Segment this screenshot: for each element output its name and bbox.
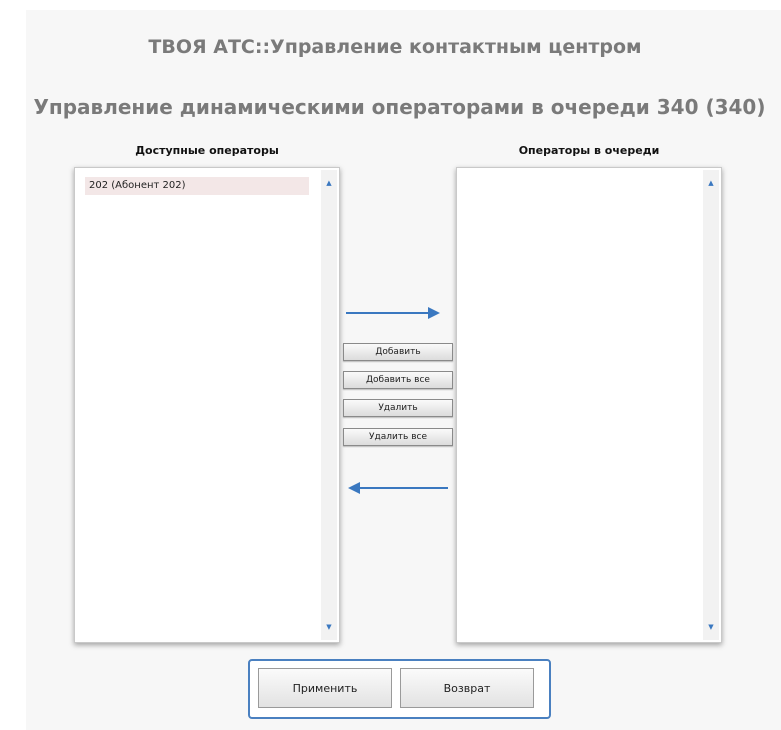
remove-button[interactable]: Удалить: [343, 399, 453, 417]
scroll-up-icon[interactable]: ▲: [321, 176, 337, 190]
apply-button[interactable]: Применить: [258, 668, 392, 708]
queue-operators-scrollbar[interactable]: ▲ ▼: [703, 170, 719, 640]
arrow-left-icon: [348, 482, 448, 494]
remove-all-button[interactable]: Удалить все: [343, 428, 453, 446]
queue-operators-label: Операторы в очереди: [518, 144, 660, 157]
page-title: Управление динамическими операторами в о…: [33, 95, 766, 119]
add-all-button[interactable]: Добавить все: [343, 371, 453, 389]
app-title: ТВОЯ АТС::Управление контактным центром: [148, 36, 642, 58]
available-operators-items: 202 (Абонент 202): [85, 177, 309, 195]
action-buttons-frame: Применить Возврат: [248, 659, 551, 719]
queue-operators-listbox[interactable]: ▲ ▼: [456, 167, 722, 643]
back-button[interactable]: Возврат: [400, 668, 534, 708]
available-operators-scrollbar[interactable]: ▲ ▼: [321, 170, 337, 640]
list-item[interactable]: 202 (Абонент 202): [85, 177, 309, 195]
available-operators-listbox[interactable]: 202 (Абонент 202) ▲ ▼: [74, 167, 340, 643]
scroll-down-icon[interactable]: ▼: [321, 620, 337, 634]
contact-center-page: ТВОЯ АТС::Управление контактным центром …: [0, 0, 781, 730]
available-operators-label: Доступные операторы: [135, 144, 279, 157]
scroll-up-icon[interactable]: ▲: [703, 176, 719, 190]
scroll-down-icon[interactable]: ▼: [703, 620, 719, 634]
arrow-right-icon: [346, 307, 440, 319]
add-button[interactable]: Добавить: [343, 343, 453, 361]
